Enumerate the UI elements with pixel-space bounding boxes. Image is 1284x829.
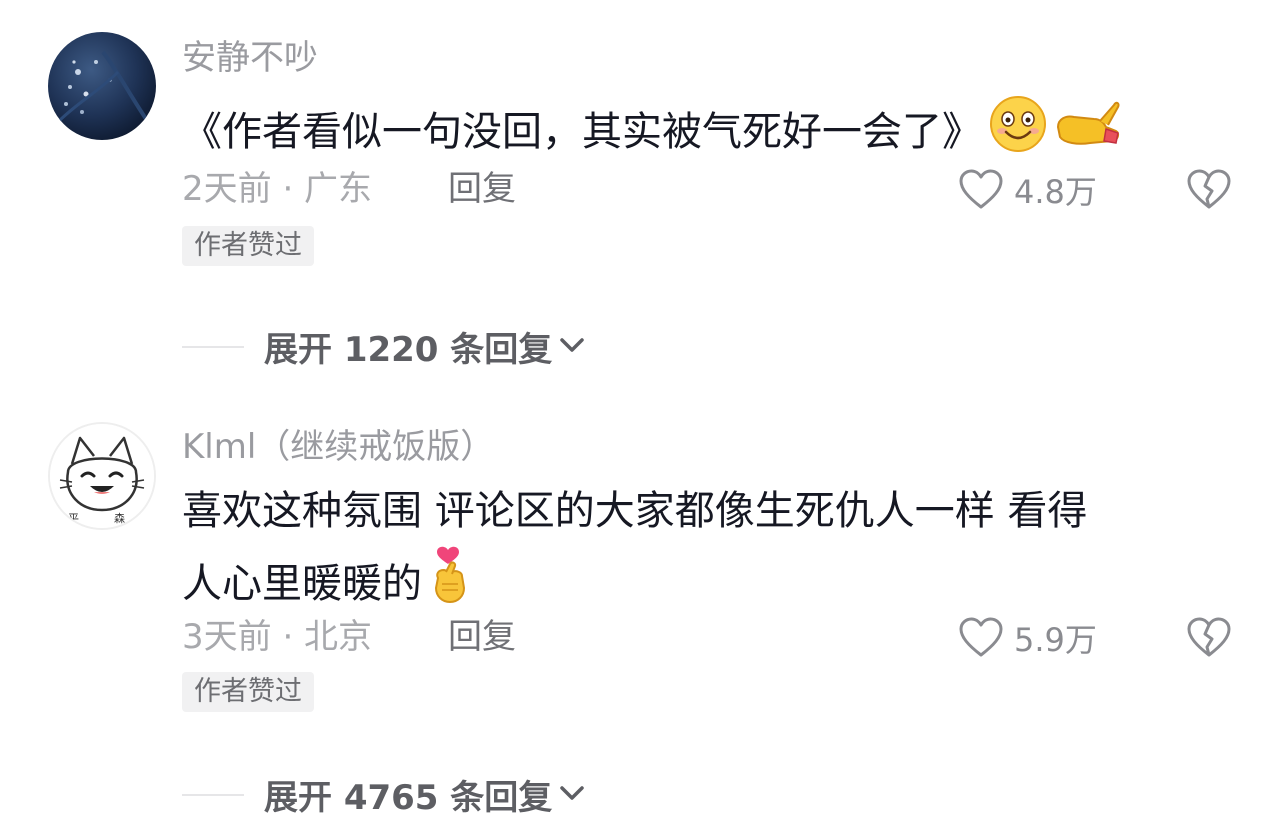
comment-body-line-2: 人心里暖暖的	[182, 561, 422, 607]
heart-outline-icon	[958, 168, 1004, 215]
like-count: 5.9万	[1014, 620, 1097, 659]
comment-body: 《作者看似一句没回，其实被气死好一会了》	[182, 109, 982, 155]
chevron-down-icon	[556, 781, 588, 809]
comment-body-line-1: 喜欢这种氛围 评论区的大家都像生死仇人一样 看得	[182, 488, 1088, 534]
expand-replies-button[interactable]: 展开 1220 条回复	[182, 322, 588, 371]
broken-heart-icon	[1186, 169, 1232, 214]
svg-text:森: 森	[114, 511, 125, 525]
like-button[interactable]: 4.8万	[958, 168, 1097, 215]
like-count: 4.8万	[1014, 172, 1097, 211]
comment-body-line-2-wrapper: 人心里暖暖的	[182, 544, 1222, 624]
heart-outline-icon	[958, 616, 1004, 663]
dislike-button[interactable]	[1186, 616, 1232, 662]
author-liked-badge: 作者赞过	[182, 226, 314, 266]
like-button[interactable]: 5.9万	[958, 616, 1097, 663]
svg-text:平: 平	[68, 512, 79, 525]
comment-meta: 3天前 · 北京	[182, 617, 373, 657]
divider-line	[182, 793, 244, 796]
chevron-down-icon	[556, 333, 588, 361]
dislike-button[interactable]	[1186, 168, 1232, 214]
expand-replies-label: 展开 1220 条回复	[264, 330, 553, 370]
finger-heart-emoji	[428, 544, 474, 624]
pointing-finger-emoji	[1054, 97, 1120, 171]
reply-button[interactable]: 回复	[448, 620, 516, 654]
expand-replies-label: 展开 4765 条回复	[264, 778, 553, 818]
expand-replies-button[interactable]: 展开 4765 条回复	[182, 770, 588, 819]
reply-button[interactable]: 回复	[448, 172, 516, 206]
username[interactable]: 安静不吵	[182, 41, 318, 75]
comment-item: 安静不吵 《作者看似一句没回，其实被气死好一会了》 2天前 · 广东 回复 4.…	[0, 0, 1284, 400]
username[interactable]: Klml（继续戒饭版）	[182, 430, 494, 464]
comment-item: 平 森 Klml（继续戒饭版） 喜欢这种氛围 评论区的大家都像生死仇人一样 看得…	[0, 400, 1284, 829]
author-liked-badge: 作者赞过	[182, 672, 314, 712]
grinning-face-emoji	[988, 94, 1048, 174]
comment-text: 《作者看似一句没回，其实被气死好一会了》	[182, 94, 1222, 174]
broken-heart-icon	[1186, 617, 1232, 662]
divider-line	[182, 345, 244, 348]
avatar[interactable]	[48, 32, 156, 140]
comment-text: 喜欢这种氛围 评论区的大家都像生死仇人一样 看得 人心里暖暖的	[182, 478, 1222, 624]
comment-meta: 2天前 · 广东	[182, 169, 373, 209]
avatar[interactable]: 平 森	[48, 422, 156, 530]
